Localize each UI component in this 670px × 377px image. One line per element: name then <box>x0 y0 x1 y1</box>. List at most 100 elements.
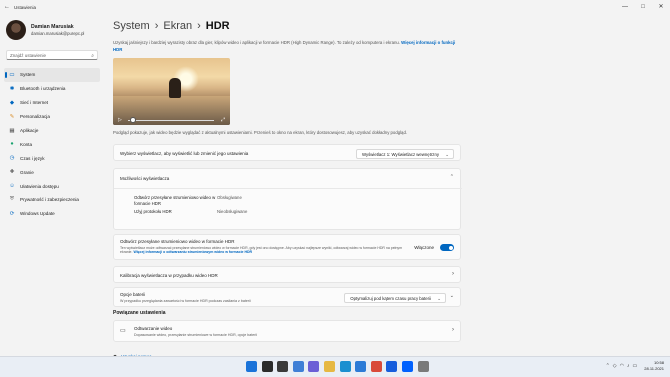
fullscreen-icon[interactable]: ⤢ <box>221 117 225 123</box>
sidebar-item-label: Aplikacje <box>20 128 39 133</box>
chevron-down-icon[interactable]: ⌄ <box>450 293 454 299</box>
search-icon: ⌕ <box>91 53 94 59</box>
sidebar-item-label: Konta <box>20 141 33 147</box>
taskbar-apps <box>246 361 433 372</box>
sidebar-item-clock-globe[interactable]: ◷ Czas i język <box>4 151 100 165</box>
hdr-streaming-desc: Ten wyświetlacz może odtwarzać przesyłan… <box>120 246 405 256</box>
video-playback-icon: ▭ <box>120 328 126 334</box>
store-icon[interactable] <box>355 361 367 372</box>
sidebar-item-wifi[interactable]: ◆ Sieć i Internet <box>4 96 100 110</box>
sidebar-nav: ▭ System ✱ Bluetooth i urządzenia ◆ Sieć i In… <box>4 68 100 221</box>
breadcrumb-display[interactable]: Ekran <box>163 20 192 32</box>
sidebar-item-update[interactable]: ⟳ Windows Update <box>4 207 100 221</box>
clock-date: 28.11.2021 <box>644 365 664 371</box>
display-dropdown[interactable]: Wyświetlacz 1: Wyświetlacz wewnętrzny ⌄ <box>355 148 454 159</box>
chevron-right-icon: › <box>452 327 454 333</box>
network-icon[interactable]: ◇ <box>613 363 617 369</box>
related-settings-title: Powiązane ustawienia <box>113 310 166 316</box>
sidebar-item-label: Personalizacja <box>20 114 50 120</box>
minimize-button[interactable]: — <box>616 0 634 14</box>
chat-icon[interactable] <box>308 361 320 372</box>
settings-icon[interactable] <box>417 361 429 372</box>
back-arrow-icon[interactable]: ← <box>0 4 14 10</box>
start-icon[interactable] <box>246 361 257 372</box>
breadcrumb-separator: › <box>154 20 159 32</box>
search-input[interactable]: Znajdź ustawienie ⌕ <box>6 50 98 60</box>
divider <box>114 188 462 189</box>
accessibility-icon: ☺ <box>9 183 15 190</box>
sidebar-item-apps[interactable]: ▦ Aplikacje <box>4 124 100 138</box>
play-icon[interactable]: ▷ <box>118 117 122 123</box>
battery-options-desc: W przypadku przeglądania zawartości w fo… <box>120 299 251 303</box>
sidebar-item-label: Granie <box>20 169 34 175</box>
hdr-streaming-toggle[interactable] <box>440 244 454 251</box>
file-explorer-icon[interactable] <box>323 361 335 372</box>
clock-globe-icon: ◷ <box>9 155 15 162</box>
sidebar-item-shield[interactable]: ⛨ Prywatność i zabezpieczenia <box>4 193 100 207</box>
toggle-state-label: Włączone <box>414 245 434 250</box>
sidebar-item-label: Czas i język <box>20 155 45 161</box>
search-placeholder: Znajdź ustawienie <box>10 53 47 58</box>
widgets-icon[interactable] <box>292 361 304 372</box>
capabilities-title: Możliwości wyświetlacza <box>120 176 170 181</box>
sidebar-item-gamepad[interactable]: ✚ Granie <box>4 165 100 179</box>
seek-handle[interactable] <box>129 116 136 123</box>
sidebar-item-account[interactable]: ● Konta <box>4 137 100 151</box>
sidebar-item-brush[interactable]: ✎ Personalizacja <box>4 110 100 124</box>
chevron-up-icon[interactable]: ⌃ <box>606 363 610 369</box>
user-profile[interactable]: Damian Marusiak damian.marusiak@purepc.p… <box>6 20 84 40</box>
hdr-streaming-card: Odtwórz przesyłane strumieniowo wideo w … <box>113 234 461 260</box>
page-title: HDR <box>205 20 230 32</box>
sidebar-item-label: Ułatwienia dostępu <box>20 183 59 189</box>
clock[interactable]: 10:58 28.11.2021 <box>644 360 664 371</box>
sidebar-item-bluetooth[interactable]: ✱ Bluetooth i urządzenia <box>4 82 100 96</box>
title-bar: ← Ustawienia — □ ✕ <box>0 0 670 14</box>
wifi-icon: ◆ <box>9 99 15 106</box>
wifi-icon[interactable]: ◠ <box>620 363 624 369</box>
profile-name: Damian Marusiak <box>31 24 74 30</box>
system-tray: ⌃ ◇ ◠ ♪ ▭ 10:58 28.11.2021 <box>606 360 664 371</box>
sidebar-item-monitor[interactable]: ▭ System <box>4 68 100 82</box>
display-select-label: Wybierz wyświetlacz, aby wyświetlić lub … <box>120 151 249 156</box>
sidebar-item-label: Windows Update <box>20 211 55 217</box>
shield-icon: ⛨ <box>9 196 15 203</box>
sidebar-item-label: Sieć i Internet <box>20 100 49 106</box>
taskbar: ⌃ ◇ ◠ ♪ ▭ 10:58 28.11.2021 <box>0 356 670 377</box>
task-view-icon[interactable] <box>277 361 289 372</box>
bitwarden-icon[interactable] <box>386 361 398 372</box>
battery-options-title: Opcje baterii <box>120 292 146 297</box>
avatar <box>6 20 26 40</box>
maximize-button[interactable]: □ <box>634 0 652 14</box>
description-text: Uzyskaj jaśniejszy i bardziej wyrazisty … <box>113 40 400 45</box>
chrome-icon[interactable] <box>370 361 382 372</box>
display-select-card: Wybierz wyświetlacz, aby wyświetlić lub … <box>113 144 461 161</box>
video-controls: ▷ ⤢ <box>113 115 230 125</box>
breadcrumb-separator: › <box>197 20 201 32</box>
chevron-down-icon: ⌄ <box>437 296 441 301</box>
hdr-video-preview[interactable]: ▷ ⤢ <box>113 58 230 125</box>
breadcrumb-system[interactable]: System <box>113 20 150 32</box>
video-frame-figure <box>169 78 181 98</box>
video-playback-title: Odtwarzanie wideo <box>134 326 173 331</box>
close-button[interactable]: ✕ <box>652 0 670 14</box>
monitor-icon: ▭ <box>9 71 15 78</box>
hdr-streaming-info-link[interactable]: Więcej informacji o odtwarzaniu strumien… <box>133 250 252 254</box>
sidebar-item-accessibility[interactable]: ☺ Ułatwienia dostępu <box>4 179 100 193</box>
search-icon[interactable] <box>261 361 273 372</box>
calibration-card[interactable]: Kalibracja wyświetlacza w przypadku wide… <box>113 266 461 283</box>
volume-icon[interactable]: ♪ <box>627 363 630 369</box>
profile-email: damian.marusiak@purepc.pl <box>31 31 85 36</box>
hdr-streaming-title: Odtwórz przesyłane strumieniowo wideo w … <box>120 239 235 244</box>
sidebar: Damian Marusiak damian.marusiak@purepc.p… <box>0 14 104 354</box>
capability-value: Obsługiwane <box>217 195 242 200</box>
edge-icon[interactable] <box>339 361 351 372</box>
bluetooth-icon: ✱ <box>9 85 15 92</box>
dropbox-icon[interactable] <box>401 361 413 372</box>
battery-icon[interactable]: ▭ <box>633 363 638 369</box>
battery-dropdown[interactable]: Optymalizuj pod kątem czasu pracy bateri… <box>344 293 446 303</box>
video-playback-card[interactable]: ▭ Odtwarzanie wideo Dopasowanie wideo, p… <box>113 320 461 342</box>
display-capabilities-card: Możliwości wyświetlacza ⌃ Odtwórz przesy… <box>113 168 462 230</box>
capability-value: Nieobsługiwane <box>217 209 248 214</box>
video-seek-bar[interactable] <box>127 116 214 123</box>
chevron-up-icon[interactable]: ⌃ <box>450 174 454 180</box>
